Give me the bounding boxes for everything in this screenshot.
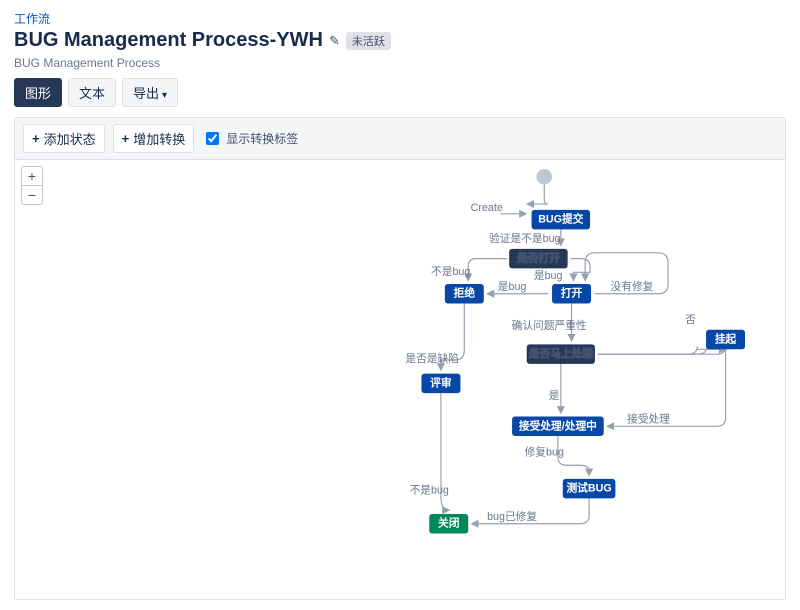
node-hold[interactable]: 挂起 bbox=[706, 330, 745, 349]
edge-isbug: 是bug bbox=[534, 270, 563, 282]
svg-text:测试BUG: 测试BUG bbox=[566, 482, 611, 495]
edge-no: 否 bbox=[685, 314, 696, 326]
svg-text:关闭: 关闭 bbox=[438, 517, 459, 530]
edge-notbug: 不是bug bbox=[431, 266, 470, 278]
edge-fix: 修复bug bbox=[525, 446, 564, 459]
breadcrumb[interactable]: 工作流 bbox=[14, 10, 786, 27]
add-status-button[interactable]: + 添加状态 bbox=[23, 124, 105, 153]
edge-nofix: 没有修复 bbox=[611, 280, 654, 293]
svg-text:接受处理/处理中: 接受处理/处理中 bbox=[519, 419, 597, 432]
edge-confirm: 确认问题严重性 bbox=[512, 319, 587, 332]
node-in_progress[interactable]: 接受处理/处理中 bbox=[512, 417, 604, 436]
plus-icon: + bbox=[122, 131, 130, 146]
edge-accept: 接受处理 bbox=[627, 412, 670, 425]
zoom-out-button[interactable]: − bbox=[22, 186, 42, 204]
node-open[interactable]: 打开 bbox=[552, 284, 591, 303]
description: BUG Management Process bbox=[14, 56, 786, 70]
page-title: BUG Management Process-YWH bbox=[14, 29, 323, 52]
toolbar: +添加状态 +增加转换 显示转换标签 bbox=[14, 117, 786, 160]
svg-text:是否马上处理: 是否马上处理 bbox=[528, 347, 594, 360]
status-badge: 未活跃 bbox=[346, 32, 391, 50]
add-transition-label: 增加转换 bbox=[133, 129, 185, 148]
node-review[interactable]: 评审 bbox=[421, 374, 460, 393]
svg-text:是否打开: 是否打开 bbox=[516, 252, 560, 265]
svg-text:挂起: 挂起 bbox=[715, 333, 737, 346]
node-reject[interactable]: 拒绝 bbox=[445, 284, 484, 303]
tab-text[interactable]: 文本 bbox=[68, 78, 116, 107]
tab-export[interactable]: 导出▾ bbox=[122, 78, 178, 107]
plus-icon: + bbox=[32, 131, 40, 146]
add-transition-button[interactable]: +增加转换 bbox=[113, 124, 195, 153]
tab-export-label: 导出 bbox=[133, 86, 159, 101]
edge-yes: 是 bbox=[549, 390, 560, 402]
svg-text:评审: 评审 bbox=[430, 376, 452, 389]
edge-fixed: bug已修复 bbox=[487, 510, 537, 523]
svg-text:拒绝: 拒绝 bbox=[454, 287, 476, 300]
show-labels-input[interactable] bbox=[206, 132, 219, 145]
svg-text:BUG提交: BUG提交 bbox=[538, 213, 584, 226]
edit-icon[interactable]: ✎ bbox=[329, 33, 340, 49]
start-node[interactable] bbox=[536, 169, 552, 185]
add-status-label: 添加状态 bbox=[44, 129, 96, 148]
edge-verify: 验证是不是bug bbox=[489, 232, 561, 245]
show-labels-checkbox[interactable]: 显示转换标签 bbox=[202, 129, 298, 148]
node-validate[interactable]: 是否打开 bbox=[509, 249, 567, 268]
chevron-down-icon: ▾ bbox=[162, 90, 167, 101]
edge-isbug2: 是bug bbox=[498, 281, 527, 293]
node-close[interactable]: 关闭 bbox=[429, 514, 468, 533]
edge-notbug2: 不是bug bbox=[410, 485, 449, 497]
node-bug_submit[interactable]: BUG提交 bbox=[532, 210, 590, 229]
node-test[interactable]: 测试BUG bbox=[563, 479, 616, 498]
edge-create: Create bbox=[471, 202, 503, 214]
show-labels-label: 显示转换标签 bbox=[226, 130, 298, 147]
tab-diagram[interactable]: 图形 bbox=[14, 78, 62, 107]
zoom-controls: + − bbox=[21, 166, 43, 205]
diagram-canvas[interactable]: + − Create 验证是不是bug 不是bug 是bug 是bug bbox=[14, 160, 786, 600]
zoom-in-button[interactable]: + bbox=[22, 167, 42, 186]
node-immediate[interactable]: 是否马上处理 bbox=[527, 344, 595, 363]
svg-text:打开: 打开 bbox=[561, 287, 583, 300]
edge-defect: 是否是缺陷 bbox=[405, 352, 459, 365]
